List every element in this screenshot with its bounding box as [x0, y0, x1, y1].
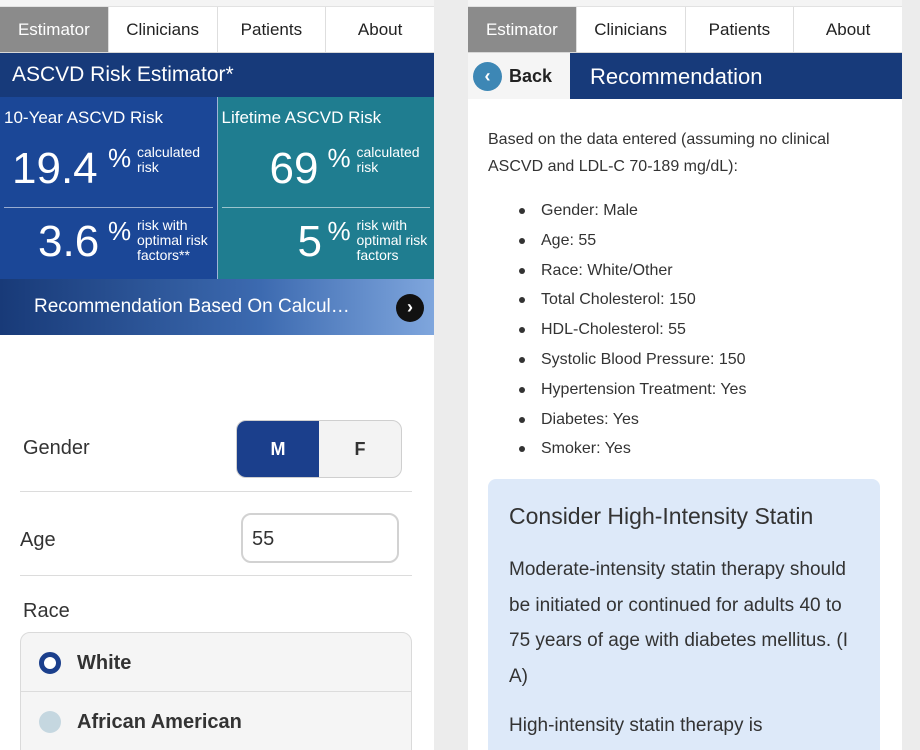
- lifetime-risk-panel: Lifetime ASCVD Risk 69 % calculated risk…: [217, 97, 435, 279]
- lifetime-calculated-row: 69 % calculated risk: [218, 135, 435, 205]
- tab-about[interactable]: About: [326, 7, 434, 52]
- card-paragraph: Moderate-intensity statin therapy should…: [509, 559, 849, 687]
- ten-year-optimal-row: 3.6 % risk with optimal risk factors**: [4, 207, 213, 277]
- list-item: Smoker: Yes: [504, 434, 746, 464]
- status-bar: [468, 0, 902, 7]
- optimal-risk-note: risk with optimal risk factors**: [137, 217, 208, 263]
- radio-unselected-icon: [39, 711, 61, 733]
- card-title: Consider High-Intensity Statin: [509, 503, 814, 529]
- page-title: Recommendation: [590, 64, 763, 89]
- race-option-african-american[interactable]: African American: [21, 692, 411, 750]
- back-button-label: Back: [509, 65, 553, 86]
- list-item: HDL-Cholesterol: 55: [504, 315, 746, 345]
- status-bar: [0, 0, 434, 7]
- lifetime-risk-title: Lifetime ASCVD Risk: [221, 108, 382, 127]
- divider: [20, 575, 412, 576]
- lifetime-optimal-row: 5 % risk with optimal risk factors: [221, 207, 430, 277]
- list-item: Diabetes: Yes: [504, 405, 746, 435]
- calculated-risk-note: calculated risk: [137, 144, 201, 175]
- percent-sign: %: [108, 216, 132, 246]
- race-option-label: African American: [77, 711, 242, 733]
- tab-estimator[interactable]: Estimator: [0, 7, 109, 52]
- chevron-left-icon: ‹: [473, 61, 502, 91]
- recommendation-screen: Estimator Clinicians Patients About ‹ Ba…: [468, 0, 902, 750]
- tab-clinicians[interactable]: Clinicians: [577, 7, 686, 52]
- ten-year-risk-panel: 10-Year ASCVD Risk 19.4 % calculated ris…: [0, 97, 218, 279]
- recommendation-link[interactable]: Recommendation Based On Calcul… ›: [0, 279, 434, 335]
- lifetime-risk-value: 69: [269, 144, 319, 193]
- calculated-risk-note: calculated risk: [356, 144, 420, 175]
- list-item: Gender: Male: [504, 196, 746, 226]
- recommendation-card: Consider High-Intensity Statin Moderate-…: [488, 479, 880, 750]
- page-title: ASCVD Risk Estimator*: [0, 53, 434, 97]
- age-input[interactable]: 55: [241, 513, 399, 563]
- radio-selected-icon: [39, 652, 61, 674]
- tab-patients[interactable]: Patients: [686, 7, 795, 52]
- tab-patients[interactable]: Patients: [218, 7, 327, 52]
- race-options: White African American: [20, 632, 412, 750]
- nav-bar: ‹ Back Recommendation: [468, 53, 902, 99]
- estimator-screen: Estimator Clinicians Patients About ASCV…: [0, 0, 434, 750]
- risk-results: 10-Year ASCVD Risk 19.4 % calculated ris…: [0, 97, 434, 279]
- gender-option-m[interactable]: M: [237, 421, 319, 477]
- percent-sign: %: [327, 216, 351, 246]
- lifetime-optimal-value: 5: [297, 217, 322, 266]
- gender-label: Gender: [23, 437, 90, 459]
- tab-bar: Estimator Clinicians Patients About: [0, 7, 434, 53]
- ten-year-risk-title: 10-Year ASCVD Risk: [4, 108, 164, 127]
- list-item: Hypertension Treatment: Yes: [504, 375, 746, 405]
- divider: [20, 491, 412, 492]
- intro-text: Based on the data entered (assuming no c…: [488, 131, 830, 175]
- ten-year-risk-value: 19.4: [12, 144, 98, 193]
- gender-toggle: M F: [236, 420, 402, 478]
- ten-year-calculated-row: 19.4 % calculated risk: [0, 135, 217, 205]
- list-item: Age: 55: [504, 226, 746, 256]
- input-summary-list: Gender: Male Age: 55 Race: White/Other T…: [504, 196, 746, 464]
- tab-estimator[interactable]: Estimator: [468, 7, 577, 52]
- age-label: Age: [20, 529, 56, 551]
- list-item: Systolic Blood Pressure: 150: [504, 345, 746, 375]
- back-button[interactable]: ‹ Back: [468, 53, 570, 99]
- percent-sign: %: [327, 143, 351, 173]
- tab-about[interactable]: About: [794, 7, 902, 52]
- ten-year-optimal-value: 3.6: [38, 217, 100, 266]
- race-option-label: White: [77, 652, 132, 674]
- tab-bar: Estimator Clinicians Patients About: [468, 7, 902, 53]
- card-paragraph: High-intensity statin therapy is: [509, 715, 763, 736]
- recommendation-link-label: Recommendation Based On Calcul…: [34, 296, 350, 317]
- chevron-right-icon: ›: [396, 294, 424, 322]
- race-option-white[interactable]: White: [21, 633, 411, 691]
- optimal-risk-note: risk with optimal risk factors: [356, 217, 428, 263]
- list-item: Race: White/Other: [504, 256, 746, 286]
- list-item: Total Cholesterol: 150: [504, 285, 746, 315]
- tab-clinicians[interactable]: Clinicians: [109, 7, 218, 52]
- percent-sign: %: [108, 143, 132, 173]
- gender-option-f[interactable]: F: [319, 421, 401, 477]
- race-label: Race: [23, 600, 70, 622]
